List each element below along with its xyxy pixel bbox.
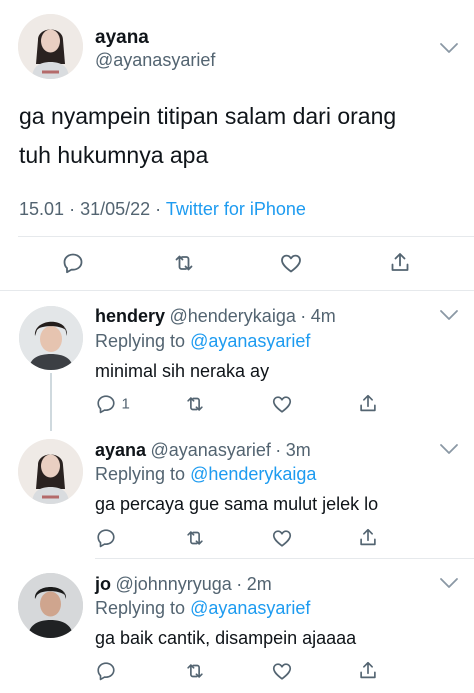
share-icon[interactable] [357, 392, 379, 415]
avatar[interactable] [18, 439, 83, 504]
replying-to-prefix: Replying to [95, 331, 186, 351]
replying-to: Replying to @ayanasyarief [95, 598, 310, 619]
avatar[interactable] [18, 14, 83, 79]
tweet-date[interactable]: 31/05/22 [80, 199, 150, 219]
like-icon[interactable] [271, 527, 293, 549]
display-name[interactable]: jo [95, 574, 111, 594]
replying-to-handle[interactable]: @ayanasyarief [190, 598, 310, 618]
retweet-icon[interactable] [183, 527, 207, 549]
share-icon[interactable] [388, 250, 412, 275]
reply-count: 1 [121, 395, 130, 413]
reply-text: ga baik cantik, disampein ajaaaa [95, 628, 357, 648]
reply-header: ayana @ayanasyarief · 3m [95, 440, 311, 461]
meta-separator: · [69, 199, 76, 219]
meta-separator: · [275, 440, 282, 460]
tweet-source[interactable]: Twitter for iPhone [166, 199, 306, 219]
meta-separator: · [236, 574, 243, 594]
tweet-text-line-2: tuh hukumnya apa [19, 142, 209, 168]
share-icon[interactable] [357, 659, 379, 682]
display-name[interactable]: hendery [95, 306, 165, 326]
display-name[interactable]: ayana [95, 27, 149, 49]
avatar[interactable] [19, 306, 83, 370]
like-icon[interactable] [271, 393, 293, 415]
retweet-icon[interactable] [183, 660, 207, 682]
reply-age[interactable]: 3m [286, 440, 311, 460]
avatar[interactable] [18, 573, 83, 638]
replying-to-prefix: Replying to [95, 464, 186, 484]
like-icon[interactable] [279, 251, 303, 275]
reply-icon[interactable] [61, 251, 85, 275]
chevron-down-icon[interactable] [438, 442, 460, 456]
replying-to-handle[interactable]: @henderykaiga [190, 464, 316, 484]
meta-separator: · [300, 306, 307, 326]
reply-text: ga percaya gue sama mulut jelek lo [95, 494, 379, 514]
divider [18, 236, 474, 237]
reply-icon[interactable] [95, 660, 117, 682]
chevron-down-icon[interactable] [438, 308, 460, 322]
handle[interactable]: @ayanasyarief [151, 440, 271, 460]
divider [95, 558, 474, 559]
replying-to: Replying to @ayanasyarief [95, 331, 310, 352]
reply-age[interactable]: 2m [247, 574, 272, 594]
divider [0, 290, 474, 291]
tweet-meta: 15.01 · 31/05/22 · Twitter for iPhone [19, 199, 306, 220]
reply-age[interactable]: 4m [311, 306, 336, 326]
reply-icon[interactable] [95, 527, 117, 549]
meta-separator: · [155, 199, 162, 219]
share-icon[interactable] [357, 526, 379, 549]
handle[interactable]: @johnnyryuga [115, 574, 231, 594]
chevron-down-icon[interactable] [438, 576, 460, 590]
retweet-icon[interactable] [171, 251, 197, 275]
chevron-down-icon[interactable] [438, 41, 460, 55]
tweet-time[interactable]: 15.01 [19, 199, 64, 219]
tweet-text-line-1: ga nyampein titipan salam dari orang [19, 103, 397, 129]
handle[interactable]: @henderykaiga [169, 306, 295, 326]
replying-to: Replying to @henderykaiga [95, 464, 316, 485]
reply-header: hendery @henderykaiga · 4m [95, 306, 336, 327]
replying-to-handle[interactable]: @ayanasyarief [190, 331, 310, 351]
reply-header: jo @johnnyryuga · 2m [95, 574, 272, 595]
thread-line [50, 373, 52, 431]
reply-icon[interactable] [95, 393, 117, 415]
reply-text: minimal sih neraka ay [95, 361, 270, 381]
reply-action[interactable]: 1 [95, 393, 130, 415]
handle[interactable]: @ayanasyarief [95, 50, 215, 71]
like-icon[interactable] [271, 660, 293, 682]
replying-to-prefix: Replying to [95, 598, 186, 618]
display-name[interactable]: ayana [95, 440, 146, 460]
retweet-icon[interactable] [183, 393, 207, 415]
